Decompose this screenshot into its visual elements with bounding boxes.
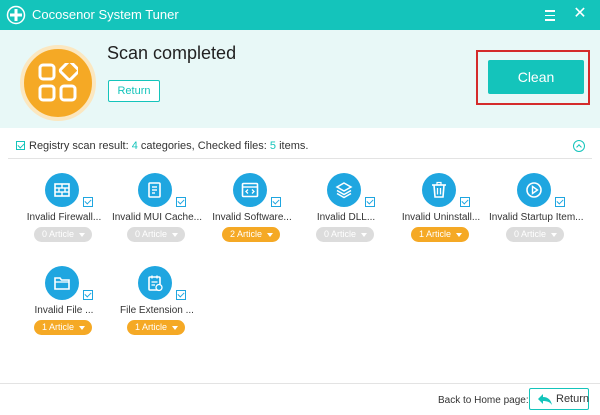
article-count-dropdown[interactable]: 1 Article <box>127 320 185 335</box>
article-count-dropdown[interactable]: 0 Article <box>506 227 564 242</box>
items-word: items. <box>279 140 309 152</box>
chevron-down-icon <box>267 233 273 237</box>
article-count: 0 Article <box>514 229 547 239</box>
article-count-dropdown[interactable]: 1 Article <box>34 320 92 335</box>
trash-icon <box>422 173 456 207</box>
file-extension-icon <box>138 266 172 300</box>
scan-result-summary: Registry scan result: 4 categories, Chec… <box>29 140 308 152</box>
article-count: 0 Article <box>324 229 357 239</box>
category-invalid-file[interactable]: Invalid File ... 1 Article <box>17 266 111 346</box>
app-logo-icon <box>6 5 26 25</box>
code-window-icon <box>233 173 267 207</box>
category-name: Invalid Firewall... <box>26 212 102 223</box>
title-bar: Cocosenor System Tuner ✕ <box>0 0 600 30</box>
chevron-down-icon <box>172 326 178 330</box>
chevron-down-icon <box>172 233 178 237</box>
article-count-dropdown[interactable]: 1 Article <box>411 227 469 242</box>
collapse-icon[interactable] <box>573 140 585 152</box>
article-count-dropdown[interactable]: 0 Article <box>316 227 374 242</box>
firewall-icon <box>45 173 79 207</box>
category-checkbox[interactable] <box>365 197 375 207</box>
category-checkbox[interactable] <box>460 197 470 207</box>
categories-count: 4 <box>131 140 138 152</box>
article-count: 0 Article <box>42 229 75 239</box>
category-name: Invalid MUI Cache... <box>111 212 203 223</box>
category-invalid-startup-item[interactable]: Invalid Startup Item... 0 Article <box>489 173 583 253</box>
article-count-dropdown[interactable]: 0 Article <box>127 227 185 242</box>
play-icon <box>517 173 551 207</box>
category-checkbox[interactable] <box>83 290 93 300</box>
category-name: Invalid File ... <box>34 305 94 316</box>
category-checkbox[interactable] <box>555 197 565 207</box>
select-all-checkbox[interactable] <box>16 141 25 150</box>
category-name: Invalid Uninstall... <box>401 212 481 223</box>
files-count: 5 <box>269 140 277 152</box>
close-icon[interactable]: ✕ <box>572 4 588 24</box>
category-invalid-uninstall[interactable]: Invalid Uninstall... 1 Article <box>394 173 488 253</box>
category-invalid-mui-cache[interactable]: Invalid MUI Cache... 0 Article <box>110 173 204 253</box>
chevron-down-icon <box>361 233 367 237</box>
article-count: 1 Article <box>419 229 452 239</box>
category-name: Invalid Startup Item... <box>489 212 583 223</box>
article-count: 2 Article <box>230 229 263 239</box>
scan-header: Scan completed Return Clean <box>0 30 600 128</box>
category-invalid-software[interactable]: Invalid Software... 2 Article <box>205 173 299 253</box>
clean-button[interactable]: Clean <box>488 60 584 94</box>
folder-icon <box>45 266 79 300</box>
chevron-down-icon <box>551 233 557 237</box>
category-invalid-dll[interactable]: Invalid DLL... 0 Article <box>299 173 393 253</box>
chevron-down-icon <box>79 233 85 237</box>
result-prefix: Registry scan result: <box>29 140 129 152</box>
categories-word: categories, Checked files: <box>140 140 267 152</box>
layers-icon <box>327 173 361 207</box>
article-count-dropdown[interactable]: 0 Article <box>34 227 92 242</box>
category-checkbox[interactable] <box>271 197 281 207</box>
document-icon <box>138 173 172 207</box>
article-count: 1 Article <box>42 322 75 332</box>
category-checkbox[interactable] <box>83 197 93 207</box>
return-home-button[interactable]: Return <box>529 388 589 410</box>
article-count-dropdown[interactable]: 2 Article <box>222 227 280 242</box>
article-count: 1 Article <box>135 322 168 332</box>
scan-status-icon <box>20 45 96 121</box>
chevron-down-icon <box>456 233 462 237</box>
divider <box>8 158 592 159</box>
footer-divider <box>0 383 600 384</box>
article-count: 0 Article <box>135 229 168 239</box>
category-checkbox[interactable] <box>176 290 186 300</box>
category-name: File Extension ... <box>120 305 194 316</box>
category-name: Invalid DLL... <box>316 212 376 223</box>
menu-icon[interactable] <box>543 7 557 23</box>
scan-status-title: Scan completed <box>107 43 237 63</box>
category-name: Invalid Software... <box>212 212 292 223</box>
category-invalid-firewall[interactable]: Invalid Firewall... 0 Article <box>17 173 111 253</box>
category-checkbox[interactable] <box>176 197 186 207</box>
chevron-down-icon <box>79 326 85 330</box>
return-arrow-icon <box>538 394 552 405</box>
app-title: Cocosenor System Tuner <box>32 7 179 22</box>
category-file-extension[interactable]: File Extension ... 1 Article <box>110 266 204 346</box>
return-home-label: Return <box>556 393 590 405</box>
back-to-home-label: Back to Home page: <box>438 395 529 406</box>
return-button[interactable]: Return <box>108 80 160 102</box>
